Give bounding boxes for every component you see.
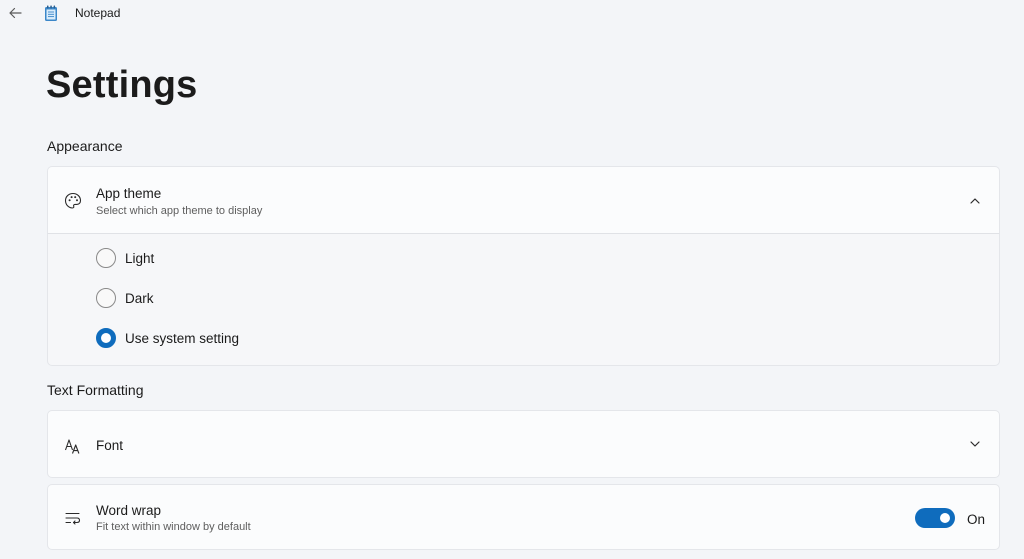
collapse-chevron-button[interactable] bbox=[967, 193, 983, 209]
expand-chevron-button[interactable] bbox=[967, 436, 983, 452]
chevron-down-icon bbox=[970, 441, 980, 447]
page-title: Settings bbox=[46, 64, 198, 106]
word-wrap-card: Word wrap Fit text within window by defa… bbox=[47, 484, 1000, 550]
font-icon bbox=[63, 436, 83, 456]
back-arrow-icon bbox=[9, 7, 22, 19]
back-button[interactable] bbox=[4, 2, 26, 24]
chevron-up-icon bbox=[970, 198, 980, 204]
radio-label-light: Light bbox=[125, 250, 155, 266]
radio-button-dark[interactable] bbox=[96, 288, 116, 308]
palette-icon bbox=[63, 191, 83, 211]
toggle-state-label: On bbox=[966, 512, 985, 527]
radio-button-system[interactable] bbox=[96, 328, 116, 348]
section-header-text-formatting: Text Formatting bbox=[47, 382, 144, 398]
app-name: Notepad bbox=[75, 6, 121, 20]
notepad-icon bbox=[44, 5, 58, 22]
title-bar: Notepad bbox=[0, 0, 1024, 28]
word-wrap-title: Word wrap bbox=[96, 503, 162, 518]
app-theme-subtitle: Select which app theme to display bbox=[96, 205, 263, 217]
radio-dark[interactable]: Dark bbox=[96, 287, 154, 309]
radio-label-dark: Dark bbox=[125, 290, 154, 306]
section-header-appearance: Appearance bbox=[47, 138, 123, 154]
radio-button-light[interactable] bbox=[96, 248, 116, 268]
radio-system[interactable]: Use system setting bbox=[96, 327, 239, 349]
radio-light[interactable]: Light bbox=[96, 247, 154, 269]
app-theme-title: App theme bbox=[96, 186, 162, 201]
app-theme-card[interactable]: App theme Select which app theme to disp… bbox=[47, 166, 1000, 234]
app-theme-options-panel: Light Dark Use system setting bbox=[47, 233, 1000, 366]
word-wrap-icon bbox=[63, 508, 83, 528]
word-wrap-toggle[interactable] bbox=[915, 508, 955, 528]
font-title: Font bbox=[96, 438, 124, 453]
font-card[interactable]: Font bbox=[47, 410, 1000, 478]
word-wrap-subtitle: Fit text within window by default bbox=[96, 521, 251, 533]
toggle-knob bbox=[940, 513, 950, 523]
radio-label-system: Use system setting bbox=[125, 330, 240, 346]
